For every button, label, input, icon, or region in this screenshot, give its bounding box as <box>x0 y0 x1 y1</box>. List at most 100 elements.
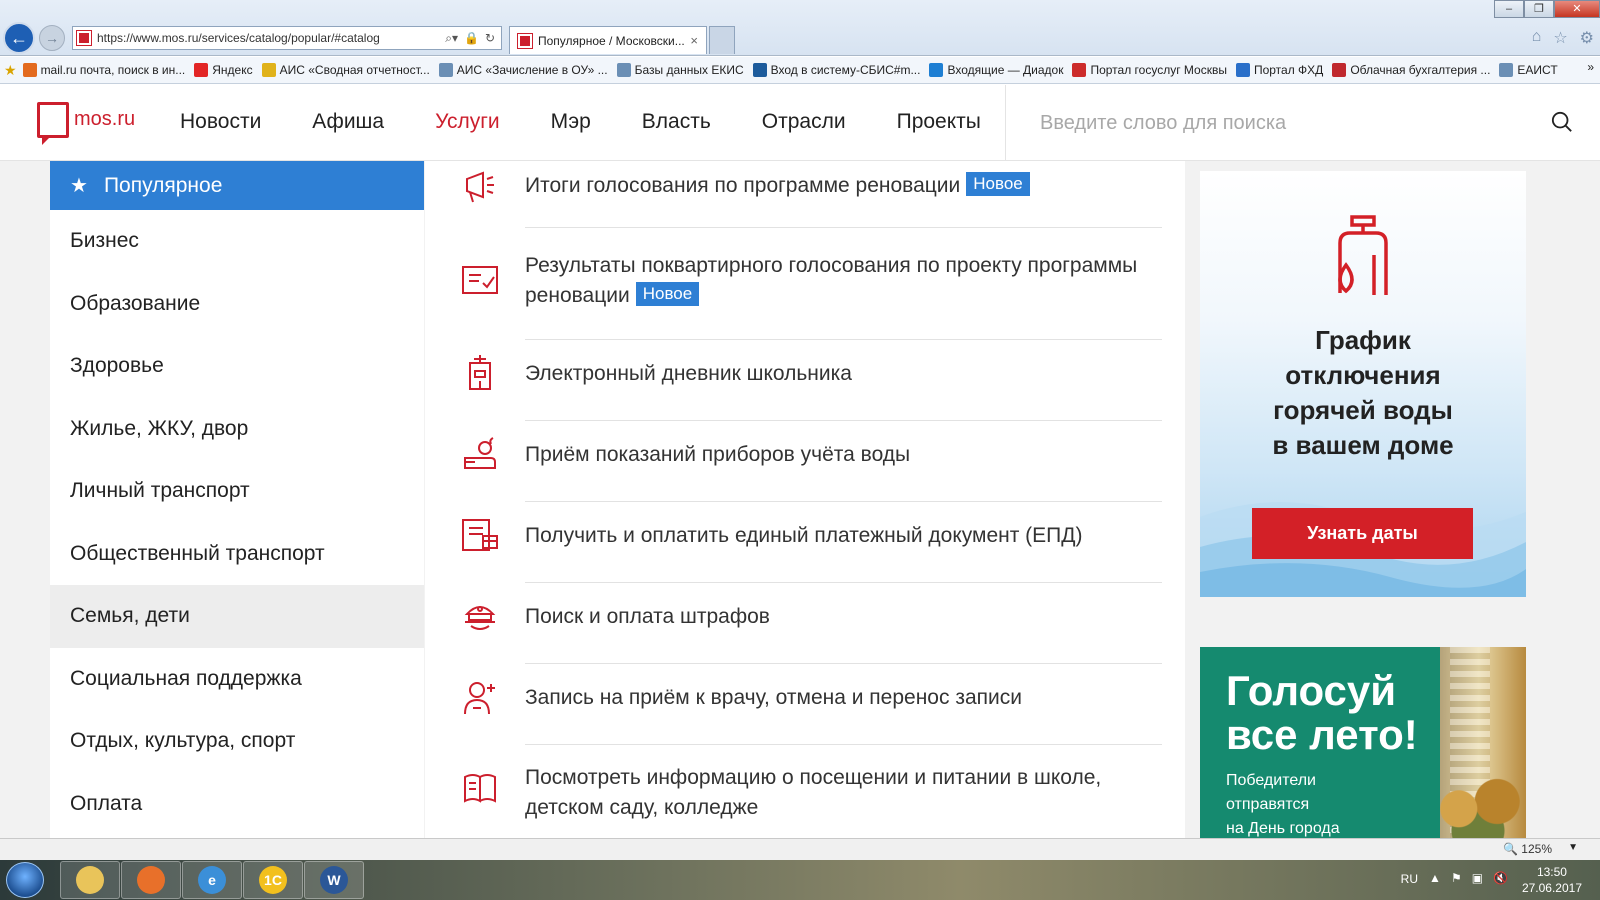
find-dates-button[interactable]: Узнать даты <box>1252 508 1473 559</box>
address-url[interactable]: https://www.mos.ru/services/catalog/popu… <box>97 31 445 45</box>
site-logo[interactable]: mos.ru <box>37 102 135 145</box>
favorite-label: mail.ru почта, поиск в ин... <box>40 63 186 77</box>
restore-icon[interactable]: ❐ <box>1524 0 1554 18</box>
favorites-star-icon[interactable]: ☆ <box>1553 28 1567 48</box>
favorite-label: Портал госуслуг Москвы <box>1090 63 1227 77</box>
sidebar-category-item[interactable]: Образование <box>50 273 424 336</box>
taskbar-internet-explorer-button[interactable]: e <box>182 861 242 899</box>
home-icon[interactable]: ⌂ <box>1532 28 1542 48</box>
hot-water-banner-title: График отключения горячей воды в вашем д… <box>1272 325 1454 460</box>
network-icon[interactable]: ▣ <box>1472 871 1483 885</box>
firefox-icon <box>137 866 165 894</box>
search-dropdown-icon[interactable]: ⌕▾ <box>445 31 458 46</box>
sidebar-category-item[interactable]: Общественный транспорт <box>50 523 424 586</box>
service-link[interactable]: Результаты поквартирного голосования по … <box>525 251 1155 311</box>
zoom-level[interactable]: 🔍 125% <box>1503 842 1552 856</box>
refresh-icon[interactable]: ↻ <box>485 31 495 46</box>
sidebar-category-item[interactable]: Социальная поддержка <box>50 648 424 711</box>
nav-link[interactable]: Проекты <box>897 110 981 134</box>
lock-icon[interactable]: 🔒 <box>464 31 479 46</box>
service-link[interactable]: Получить и оплатить единый платежный док… <box>525 521 1155 551</box>
service-link[interactable]: Электронный дневник школьника <box>525 359 1155 389</box>
taskbar-explorer-button[interactable] <box>60 861 120 899</box>
favorite-link[interactable]: Портал госуслуг Москвы <box>1072 63 1227 77</box>
favorite-link[interactable]: Портал ФХД <box>1235 63 1324 77</box>
megaphone-icon <box>466 171 494 203</box>
close-window-icon[interactable]: ✕ <box>1554 0 1600 18</box>
favorites-more-icon[interactable]: » <box>1587 60 1594 74</box>
sbis-icon <box>752 63 767 77</box>
service-link[interactable]: Посмотреть информацию о посещении и пита… <box>525 763 1155 823</box>
service-link[interactable]: Поиск и оплата штрафов <box>525 602 1155 632</box>
taskbar-firefox-button[interactable] <box>121 861 181 899</box>
address-bar[interactable]: https://www.mos.ru/services/catalog/popu… <box>72 26 502 50</box>
window-controls: – ❐ ✕ <box>1494 0 1600 18</box>
sidebar-category-item[interactable]: ★ Популярное <box>50 161 424 210</box>
sidebar-category-item[interactable]: Жилье, ЖКУ, двор <box>50 398 424 461</box>
tab-close-icon[interactable]: × <box>690 33 698 48</box>
vote-summer-banner[interactable]: Голосуй все лето! Победители отправятся … <box>1200 647 1526 838</box>
mos-logo-icon <box>37 102 69 145</box>
eaist-icon <box>1499 63 1514 77</box>
content-area: ★ Популярное Бизнес Образование Здоровье Жиль… <box>0 161 1600 838</box>
db-icon <box>616 63 631 77</box>
back-button[interactable]: ← <box>3 22 35 54</box>
action-center-flag-icon[interactable]: ⚑ <box>1451 871 1462 885</box>
taskbar-word-button[interactable]: W <box>304 861 364 899</box>
favorite-link[interactable]: АИС «Зачисление в ОУ» ... <box>438 63 608 77</box>
hot-water-banner[interactable]: График отключения горячей воды в вашем д… <box>1200 171 1526 597</box>
forward-button[interactable]: → <box>39 25 65 51</box>
fhd-icon <box>1235 63 1250 77</box>
search-input[interactable] <box>1040 105 1500 141</box>
nav-link[interactable]: Афиша <box>312 110 384 134</box>
sidebar-category-item[interactable]: Бизнес <box>50 210 424 273</box>
language-indicator[interactable]: RU <box>1401 872 1418 886</box>
nav-link[interactable]: Услуги <box>435 110 500 134</box>
favorite-label: Входящие — Диадок <box>947 63 1064 77</box>
favorite-link[interactable]: Входящие — Диадок <box>929 63 1063 77</box>
favorite-link[interactable]: Яндекс <box>194 63 253 77</box>
sidebar-category-label: Бизнес <box>70 229 139 253</box>
new-badge: Новое <box>966 172 1030 197</box>
service-link[interactable]: Итоги голосования по программе реновации… <box>525 171 1155 201</box>
minimize-icon[interactable]: – <box>1494 0 1524 18</box>
add-favorites-star-icon[interactable]: ★ <box>4 62 17 79</box>
service-link[interactable]: Запись на приём к врачу, отмена и перено… <box>525 683 1155 713</box>
cloud-icon <box>1332 63 1347 77</box>
settings-gear-icon[interactable]: ⚙ <box>1580 28 1594 48</box>
site-header: mos.ru Новости Афиша Услуги Мэр Власть Отрасл… <box>0 85 1600 161</box>
taskbar-1c-button[interactable]: 1С <box>243 861 303 899</box>
service-link[interactable]: Приём показаний приборов учёта воды <box>525 440 1155 470</box>
service-title: Итоги голосования по программе реновации <box>525 174 961 197</box>
zoom-dropdown-icon[interactable]: ▼ <box>1568 842 1578 853</box>
nav-link[interactable]: Отрасли <box>762 110 846 134</box>
search-icon[interactable] <box>1551 111 1573 133</box>
sidebar-category-item[interactable]: Семья, дети <box>50 585 424 648</box>
payment-document-icon <box>462 519 498 551</box>
favorite-link[interactable]: Вход в систему-СБИС#m... <box>752 63 920 77</box>
nav-link[interactable]: Новости <box>180 110 261 134</box>
nav-link[interactable]: Мэр <box>551 110 591 134</box>
sidebar-category-item[interactable]: Личный транспорт <box>50 460 424 523</box>
checklist-icon <box>462 266 498 294</box>
favorite-link[interactable]: ЕАИСТ <box>1499 63 1558 77</box>
nav-link[interactable]: Власть <box>642 110 711 134</box>
favorite-link[interactable]: АИС «Сводная отчетност... <box>261 63 430 77</box>
water-meter-icon <box>464 437 496 469</box>
favorite-link[interactable]: Облачная бухгалтерия ... <box>1332 63 1490 77</box>
volume-muted-icon[interactable]: 🔇 <box>1493 871 1508 885</box>
favorite-link[interactable]: Базы данных ЕКИС <box>616 63 744 77</box>
browser-tab-active[interactable]: Популярное / Московски... × <box>509 26 707 54</box>
sidebar-category-item[interactable]: Отдых, культура, спорт <box>50 710 424 773</box>
tray-arrow-icon[interactable]: ▲ <box>1429 871 1441 885</box>
favorite-label: Портал ФХД <box>1253 63 1324 77</box>
start-button[interactable] <box>6 862 44 898</box>
new-tab-button[interactable] <box>709 26 735 54</box>
vote-banner-title: Голосуй все лето! <box>1226 667 1418 758</box>
favorite-link[interactable]: mail.ru почта, поиск в ин... <box>22 63 186 77</box>
sidebar-category-item[interactable]: Здоровье <box>50 335 424 398</box>
sidebar-category-item[interactable]: Оплата <box>50 773 424 836</box>
system-clock[interactable]: 13:50 27.06.2017 <box>1522 864 1582 896</box>
favorite-label: АИС «Сводная отчетност... <box>279 63 430 77</box>
crown-icon <box>261 63 276 77</box>
